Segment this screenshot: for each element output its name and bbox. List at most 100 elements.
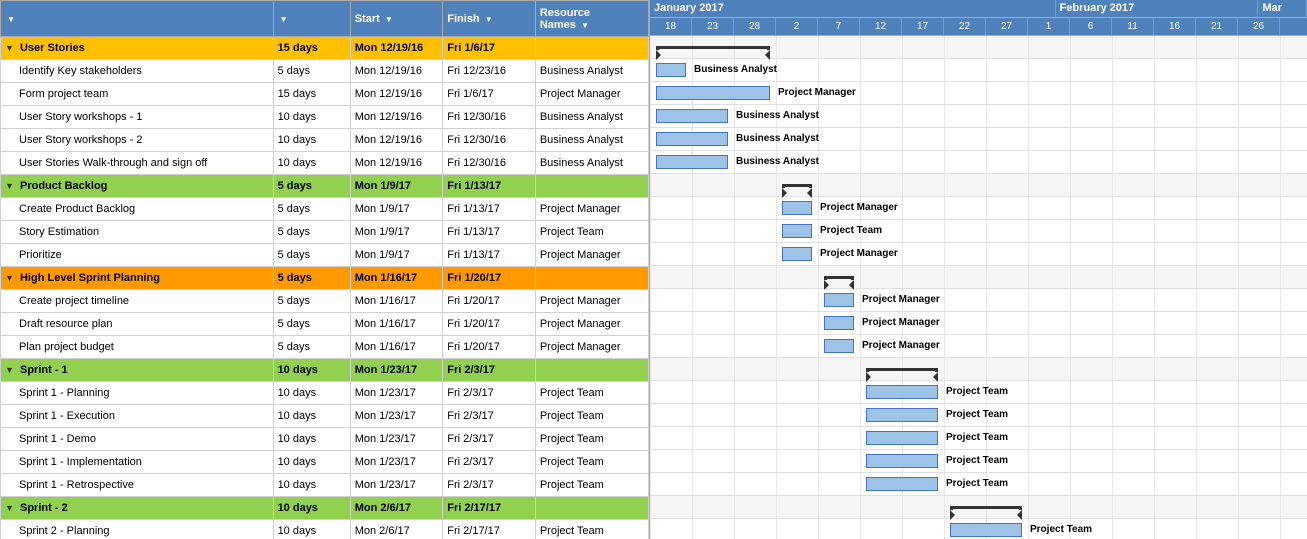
- gantt-bar[interactable]: [656, 109, 728, 123]
- gantt-bar[interactable]: [782, 224, 812, 238]
- gantt-grid-line: [1070, 289, 1071, 311]
- gantt-grid-line: [1112, 197, 1113, 219]
- col-resource[interactable]: Resource Names ▼: [535, 1, 648, 37]
- collapse-icon-sprint-2[interactable]: [5, 502, 14, 514]
- gantt-grid-line: [1238, 36, 1239, 58]
- gantt-grid-line: [1028, 128, 1029, 150]
- gantt-grid-line: [1280, 59, 1281, 81]
- gantt-grid-line: [902, 243, 903, 265]
- task-name-cell: Identify Key stakeholders: [1, 60, 274, 83]
- date-label: 7: [818, 18, 860, 35]
- gantt-grid-line: [944, 59, 945, 81]
- gantt-grid-line: [776, 82, 777, 104]
- task-start-cell: Mon 1/16/17: [350, 313, 443, 336]
- gantt-grid-line: [1238, 174, 1239, 196]
- gantt-grid-line: [1028, 220, 1029, 242]
- gantt-grid-line: [944, 128, 945, 150]
- gantt-grid-line: [1154, 335, 1155, 357]
- gantt-bar-label: Project Manager: [862, 317, 940, 328]
- task-finish-cell: Fri 12/30/16: [443, 152, 536, 175]
- gantt-group-row: [650, 36, 1307, 59]
- group-row-sprint-1: Sprint - 1 10 days Mon 1/23/17 Fri 2/3/1…: [1, 359, 649, 382]
- group-finish-hl-sprint: Fri 1/20/17: [443, 267, 536, 290]
- gantt-grid-line: [1028, 473, 1029, 495]
- gantt-task-row: Business Analyst: [650, 128, 1307, 151]
- gantt-grid-line: [944, 404, 945, 426]
- gantt-grid-line: [1280, 289, 1281, 311]
- gantt-bar[interactable]: [824, 293, 854, 307]
- task-start-cell: Mon 1/9/17: [350, 198, 443, 221]
- gantt-grid-line: [1196, 450, 1197, 472]
- gantt-task-row: Project Team: [650, 404, 1307, 427]
- gantt-bar-label: Project Team: [820, 225, 882, 236]
- task-duration-cell: 15 days: [273, 83, 350, 106]
- gantt-bar[interactable]: [656, 86, 770, 100]
- gantt-grid-line: [944, 496, 945, 518]
- gantt-grid-line: [1028, 82, 1029, 104]
- task-resource-cell: Project Team: [535, 451, 648, 474]
- gantt-bar[interactable]: [866, 385, 938, 399]
- gantt-grid-line: [734, 174, 735, 196]
- date-label: 2: [776, 18, 818, 35]
- gantt-grid-line: [944, 174, 945, 196]
- col-finish[interactable]: Finish ▼: [443, 1, 536, 37]
- gantt-bar-label: Business Analyst: [694, 64, 777, 75]
- task-start-cell: Mon 1/9/17: [350, 244, 443, 267]
- task-finish-cell: Fri 1/20/17: [443, 290, 536, 313]
- gantt-bar[interactable]: [656, 132, 728, 146]
- gantt-bar[interactable]: [866, 408, 938, 422]
- gantt-bar[interactable]: [866, 477, 938, 491]
- gantt-grid-line: [1154, 427, 1155, 449]
- gantt-grid-line: [650, 151, 651, 173]
- gantt-grid-line: [1196, 266, 1197, 288]
- gantt-grid-line: [734, 358, 735, 380]
- gantt-grid-line: [1196, 82, 1197, 104]
- collapse-icon-sprint-1[interactable]: [5, 364, 14, 376]
- col-task-name[interactable]: ▼: [1, 1, 274, 37]
- collapse-icon-user-stories[interactable]: [5, 42, 14, 54]
- gantt-grid-line: [818, 404, 819, 426]
- gantt-bar[interactable]: [824, 339, 854, 353]
- task-row: Create Product Backlog 5 days Mon 1/9/17…: [1, 198, 649, 221]
- col-start[interactable]: Start ▼: [350, 1, 443, 37]
- gantt-grid-line: [1196, 312, 1197, 334]
- gantt-bar[interactable]: [950, 523, 1022, 537]
- gantt-bar-label: Project Team: [946, 386, 1008, 397]
- gantt-grid-line: [902, 197, 903, 219]
- group-name-sprint-2: Sprint - 2: [1, 497, 274, 520]
- header-row: ▼ ▼ Start ▼ Finish ▼ Resour: [1, 1, 649, 37]
- gantt-grid-line: [1154, 105, 1155, 127]
- gantt-bar[interactable]: [656, 155, 728, 169]
- gantt-bar[interactable]: [866, 454, 938, 468]
- collapse-icon-hl-sprint[interactable]: [5, 272, 14, 284]
- gantt-grid-line: [1280, 473, 1281, 495]
- gantt-grid-line: [1154, 36, 1155, 58]
- col-duration[interactable]: ▼: [273, 1, 350, 37]
- gantt-bar[interactable]: [866, 431, 938, 445]
- gantt-bar[interactable]: [824, 316, 854, 330]
- gantt-grid-line: [986, 312, 987, 334]
- gantt-grid-line: [1028, 450, 1029, 472]
- task-row: User Stories Walk-through and sign off 1…: [1, 152, 649, 175]
- group-finish-user-stories: Fri 1/6/17: [443, 37, 536, 60]
- gantt-grid-line: [650, 59, 651, 81]
- gantt-grid-line: [1028, 404, 1029, 426]
- gantt-bar[interactable]: [782, 201, 812, 215]
- gantt-grid-line: [860, 266, 861, 288]
- gantt-grid-line: [1028, 197, 1029, 219]
- gantt-grid-line: [1070, 312, 1071, 334]
- gantt-bar[interactable]: [656, 63, 686, 77]
- task-row: Plan project budget 5 days Mon 1/16/17 F…: [1, 336, 649, 359]
- gantt-grid-line: [1028, 381, 1029, 403]
- collapse-icon-product-backlog[interactable]: [5, 180, 14, 192]
- gantt-grid-line: [1028, 289, 1029, 311]
- gantt-grid-line: [1154, 220, 1155, 242]
- gantt-grid-line: [1280, 312, 1281, 334]
- task-start-cell: Mon 1/23/17: [350, 451, 443, 474]
- gantt-bar-label: Business Analyst: [736, 156, 819, 167]
- gantt-grid-line: [1028, 36, 1029, 58]
- gantt-bar[interactable]: [782, 247, 812, 261]
- gantt-task-row: Business Analyst: [650, 59, 1307, 82]
- gantt-grid-line: [734, 220, 735, 242]
- task-name-cell: Create Product Backlog: [1, 198, 274, 221]
